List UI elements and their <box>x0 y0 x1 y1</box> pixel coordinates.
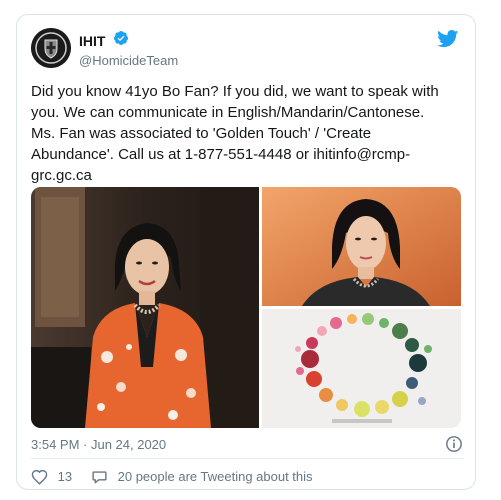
avatar[interactable] <box>31 28 71 68</box>
woman-portrait-orange-jacket-photo[interactable] <box>31 187 259 428</box>
author-names: IHIT @HomicideTeam <box>79 30 178 70</box>
info-icon[interactable] <box>445 435 463 458</box>
twitter-bird-icon[interactable] <box>437 30 459 53</box>
woman-portrait-closeup-photo[interactable] <box>262 187 461 306</box>
display-name[interactable]: IHIT <box>79 32 105 50</box>
tweet-text: Did you know 41yo Bo Fan? If you did, we… <box>31 83 439 184</box>
like-count: 13 <box>57 469 73 485</box>
speech-bubble-icon <box>92 470 107 483</box>
like-button[interactable]: 13 <box>31 468 72 485</box>
crest-logo-icon <box>31 28 71 68</box>
verified-badge-icon <box>113 30 129 51</box>
tweet-header: IHIT @HomicideTeam <box>31 28 463 72</box>
tweet-card: IHIT @HomicideTeam Did you know 41yo Bo … <box>16 14 476 490</box>
tweet-media <box>31 187 461 428</box>
author-handle[interactable]: @HomicideTeam <box>79 52 178 70</box>
tweet-timestamp[interactable]: 3:54 PM · Jun 24, 2020 <box>31 437 166 452</box>
heart-icon <box>31 469 48 485</box>
conversation-link[interactable]: 20 people are Tweeting about this <box>91 468 313 485</box>
conversation-text: 20 people are Tweeting about this <box>117 469 313 485</box>
divider <box>31 458 463 459</box>
colorful-dot-ring-logo-photo[interactable] <box>262 309 461 428</box>
